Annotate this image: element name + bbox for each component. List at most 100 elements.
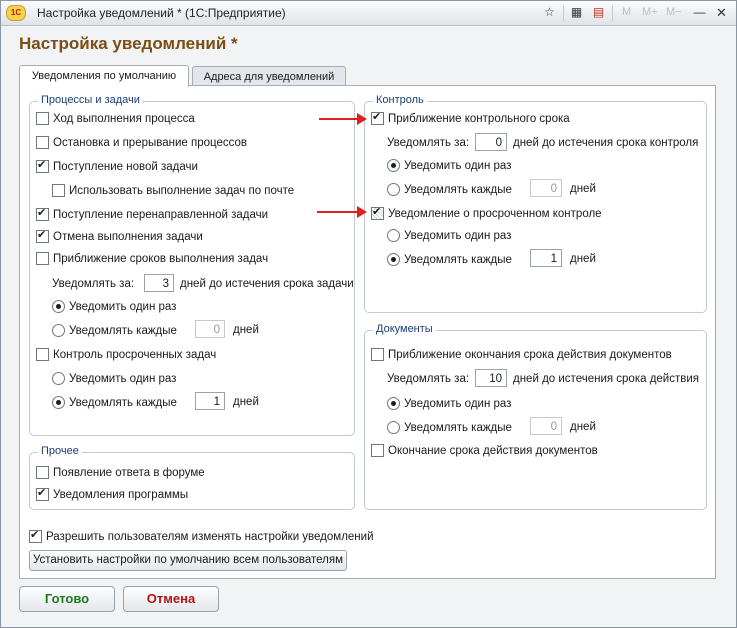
checkbox-box[interactable]: [36, 206, 49, 221]
cancel-button[interactable]: Отмена: [123, 586, 219, 612]
checkbox-label: Приближение сроков выполнения задач: [53, 252, 269, 265]
radio-button[interactable]: [387, 229, 400, 242]
other-group-title: Прочее: [38, 445, 82, 457]
notify-before-label: Уведомлять за:: [52, 278, 135, 290]
documents-notify-before-input[interactable]: 10: [475, 369, 507, 387]
radio-label: Уведомить один раз: [404, 397, 512, 410]
checkbox-process-stop[interactable]: Остановка и прерывание процессов: [36, 136, 247, 149]
notify-each-input[interactable]: 0: [195, 320, 225, 338]
checkbox-label: Уведомления программы: [53, 488, 189, 501]
checkbox-label: Разрешить пользователям изменять настрой…: [46, 530, 374, 543]
checkbox-box[interactable]: [36, 466, 49, 479]
checkbox-box[interactable]: [36, 112, 49, 125]
days-label: дней: [233, 396, 259, 408]
checkbox-overdue-control[interactable]: Уведомление о просроченном контроле: [371, 205, 602, 220]
documents-each-input[interactable]: 0: [530, 417, 562, 435]
processes-group-title: Процессы и задачи: [38, 94, 143, 106]
radio-button[interactable]: [387, 397, 400, 410]
checkbox-task-cancel[interactable]: Отмена выполнения задачи: [36, 228, 203, 243]
checkbox-box[interactable]: [36, 136, 49, 149]
radio-control-once[interactable]: Уведомить один раз: [387, 159, 511, 172]
checkbox-box[interactable]: [36, 486, 49, 501]
checkbox-deadline-approach[interactable]: Приближение сроков выполнения задач: [36, 252, 268, 265]
radio-overdue-control-once[interactable]: Уведомить один раз: [387, 229, 511, 242]
minimize-icon[interactable]: —: [691, 4, 708, 21]
days-label: дней: [570, 253, 596, 265]
checkbox-box[interactable]: [371, 205, 384, 220]
checkbox-box[interactable]: [36, 228, 49, 243]
radio-button[interactable]: [52, 324, 65, 337]
checkbox-overdue-tasks[interactable]: Контроль просроченных задач: [36, 348, 216, 361]
radio-overdue-each[interactable]: Уведомлять каждые: [52, 396, 177, 409]
radio-button[interactable]: [387, 159, 400, 172]
radio-label: Уведомлять каждые: [404, 253, 512, 266]
notify-before-suffix: дней до истечения срока действия: [513, 373, 700, 385]
checkbox-box[interactable]: [29, 528, 42, 543]
checkbox-box[interactable]: [36, 348, 49, 361]
memory-button[interactable]: M: [622, 6, 631, 18]
checkbox-box[interactable]: [36, 252, 49, 265]
checkbox-box[interactable]: [52, 184, 65, 197]
radio-notify-each[interactable]: Уведомлять каждые: [52, 324, 177, 337]
checkbox-program-notifications[interactable]: Уведомления программы: [36, 486, 189, 501]
radio-label: Уведомить один раз: [69, 300, 177, 313]
checkbox-box[interactable]: [371, 444, 384, 457]
checkbox-label: Уведомление о просроченном контроле: [388, 207, 602, 220]
checkbox-forum-answer[interactable]: Появление ответа в форуме: [36, 466, 205, 479]
checkbox-label: Приближение окончания срока действия док…: [388, 348, 672, 361]
overdue-control-each-input[interactable]: 1: [530, 249, 562, 267]
set-defaults-button[interactable]: Установить настройки по умолчанию всем п…: [29, 550, 347, 571]
radio-button[interactable]: [52, 372, 65, 385]
checkbox-process-progress[interactable]: Ход выполнения процесса: [36, 112, 195, 125]
tab-panel: Процессы и задачи Ход выполнения процесс…: [19, 85, 716, 579]
checkbox-document-expiry-approach[interactable]: Приближение окончания срока действия док…: [371, 348, 672, 361]
notify-before-input[interactable]: 3: [144, 274, 174, 292]
notify-before-label: Уведомлять за:: [387, 373, 470, 385]
radio-label: Уведомлять каждые: [404, 421, 512, 434]
checkbox-control-deadline[interactable]: Приближение контрольного срока: [371, 110, 570, 125]
checkbox-box[interactable]: [371, 110, 384, 125]
close-icon[interactable]: ✕: [713, 4, 730, 21]
settings-window: 1С Настройка уведомлений * (1С:Предприят…: [0, 0, 737, 628]
notify-before-suffix: дней до истечения срока задачи: [180, 278, 354, 290]
radio-overdue-control-each[interactable]: Уведомлять каждые: [387, 253, 512, 266]
checkbox-redirected-task[interactable]: Поступление перенаправленной задачи: [36, 206, 268, 221]
control-notify-before-input[interactable]: 0: [475, 133, 507, 151]
annotation-arrow-icon: [319, 113, 367, 125]
checkbox-email-tasks[interactable]: Использовать выполнение задач по почте: [52, 184, 294, 197]
checkbox-box[interactable]: [371, 348, 384, 361]
radio-label: Уведомлять каждые: [69, 324, 177, 337]
control-each-input[interactable]: 0: [530, 179, 562, 197]
calendar-icon[interactable]: ▤: [590, 4, 607, 21]
checkbox-label: Приближение контрольного срока: [388, 112, 570, 125]
radio-button[interactable]: [52, 300, 65, 313]
tab-default-notifications[interactable]: Уведомления по умолчанию: [19, 65, 189, 87]
tab-notification-addresses[interactable]: Адреса для уведомлений: [192, 66, 346, 87]
title-bar: 1С Настройка уведомлений * (1С:Предприят…: [1, 1, 736, 26]
memory-plus-button[interactable]: M+: [642, 6, 658, 18]
checkbox-new-task[interactable]: Поступление новой задачи: [36, 158, 198, 173]
checkbox-document-expiry-end[interactable]: Окончание срока действия документов: [371, 444, 598, 457]
checkbox-label: Ход выполнения процесса: [53, 112, 195, 125]
radio-notify-once[interactable]: Уведомить один раз: [52, 300, 176, 313]
annotation-arrow-icon: [317, 206, 367, 218]
radio-label: Уведомлять каждые: [404, 183, 512, 196]
radio-button[interactable]: [387, 421, 400, 434]
radio-label: Уведомить один раз: [404, 229, 512, 242]
notify-before-label: Уведомлять за:: [387, 137, 470, 149]
radio-button[interactable]: [52, 396, 65, 409]
checkbox-label: Остановка и прерывание процессов: [53, 136, 248, 149]
radio-button[interactable]: [387, 183, 400, 196]
radio-control-each[interactable]: Уведомлять каждые: [387, 183, 512, 196]
overdue-each-input[interactable]: 1: [195, 392, 225, 410]
radio-documents-once[interactable]: Уведомить один раз: [387, 397, 511, 410]
radio-overdue-once[interactable]: Уведомить один раз: [52, 372, 176, 385]
calculator-icon[interactable]: ▦: [568, 4, 585, 21]
radio-documents-each[interactable]: Уведомлять каждые: [387, 421, 512, 434]
checkbox-allow-users-change[interactable]: Разрешить пользователям изменять настрой…: [29, 528, 374, 543]
checkbox-box[interactable]: [36, 158, 49, 173]
memory-minus-button[interactable]: M−: [666, 6, 682, 18]
done-button[interactable]: Готово: [19, 586, 115, 612]
favorite-icon[interactable]: ☆: [541, 4, 558, 21]
radio-button[interactable]: [387, 253, 400, 266]
